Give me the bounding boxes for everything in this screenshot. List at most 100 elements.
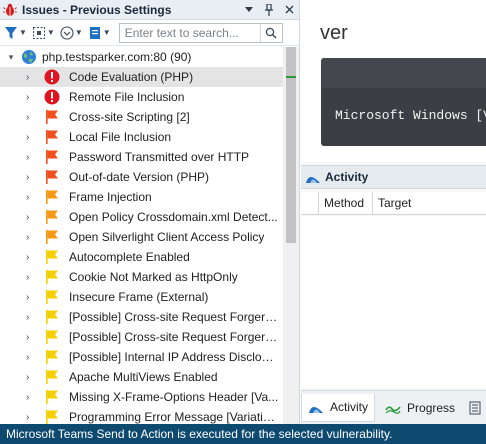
tree-item[interactable]: › Cookie Not Marked as HttpOnly xyxy=(0,267,283,287)
flag-icon xyxy=(46,210,58,224)
vertical-scrollbar[interactable] xyxy=(283,47,299,424)
tree-item[interactable]: › Cross-site Scripting [2] xyxy=(0,107,283,127)
console-header xyxy=(321,58,486,88)
tab-log[interactable] xyxy=(465,394,486,422)
tree-item[interactable]: › Missing X-Frame-Options Header [Va... xyxy=(0,387,283,407)
flag-icon xyxy=(46,250,58,264)
flag-icon xyxy=(46,390,58,404)
chevron-right-icon[interactable]: › xyxy=(26,232,36,243)
critical-icon xyxy=(44,69,60,85)
globe-icon xyxy=(22,50,36,64)
chevron-right-icon[interactable]: › xyxy=(26,132,36,143)
grid-col-target[interactable]: Target xyxy=(373,192,486,215)
search-input[interactable] xyxy=(119,23,260,42)
chevron-down-icon: ▼ xyxy=(102,28,111,37)
tree-item-label: [Possible] Cross-site Request Forgery ..… xyxy=(69,330,279,344)
search-button[interactable] xyxy=(259,23,282,42)
tree-item-label: Frame Injection xyxy=(69,190,152,204)
pin-icon[interactable] xyxy=(259,0,279,20)
collapse-icon[interactable]: ▾ xyxy=(4,52,18,63)
chevron-right-icon[interactable]: › xyxy=(26,172,36,183)
chevron-down-icon: ▼ xyxy=(19,28,27,37)
tree-item[interactable]: › Frame Injection xyxy=(0,187,283,207)
critical-icon xyxy=(44,89,60,105)
panel-title: Issues - Previous Settings xyxy=(22,2,172,17)
tree-item[interactable]: › Code Evaluation (PHP) xyxy=(0,67,283,87)
console-text: Microsoft Windows [V xyxy=(335,108,486,123)
chevron-right-icon[interactable]: › xyxy=(26,72,36,83)
chevron-right-icon[interactable]: › xyxy=(26,412,36,423)
status-bar: Microsoft Teams Send to Action is execut… xyxy=(0,424,486,444)
flag-icon xyxy=(46,130,58,144)
activity-icon xyxy=(309,407,323,413)
tree-item-label: Code Evaluation (PHP) xyxy=(69,70,194,84)
tree-item-label: Autocomplete Enabled xyxy=(69,250,190,264)
close-icon[interactable] xyxy=(279,0,299,20)
tree-item-label: Password Transmitted over HTTP xyxy=(69,150,250,164)
tree-item[interactable]: › [Possible] Internal IP Address Disclosu… xyxy=(0,347,283,367)
tree-item-label: Programming Error Message [Variatio... xyxy=(69,410,279,424)
chevron-right-icon[interactable]: › xyxy=(26,252,36,263)
activity-grid-header: Method Target xyxy=(301,192,486,215)
tree-item[interactable]: › Open Silverlight Client Access Policy xyxy=(0,227,283,247)
tree-root-label: php.testsparker.com:80 (90) xyxy=(42,50,192,64)
tree-item[interactable]: › Programming Error Message [Variatio... xyxy=(0,407,283,424)
tree-item[interactable]: › Remote File Inclusion xyxy=(0,87,283,107)
dropdown-icon[interactable] xyxy=(239,0,259,20)
tree-item-label: Cookie Not Marked as HttpOnly xyxy=(69,270,238,284)
flag-icon xyxy=(46,190,58,204)
tree-item[interactable]: › Apache MultiViews Enabled xyxy=(0,367,283,387)
flag-icon xyxy=(46,290,58,304)
tree-root[interactable]: ▾ php.testsparker.com:80 (90) xyxy=(0,47,283,67)
flag-icon xyxy=(46,370,58,384)
chevron-right-icon[interactable]: › xyxy=(26,152,36,163)
chevron-down-icon: ▼ xyxy=(46,28,55,37)
chevron-right-icon[interactable]: › xyxy=(26,92,36,103)
tree-item[interactable]: › Password Transmitted over HTTP xyxy=(0,147,283,167)
chevron-right-icon[interactable]: › xyxy=(26,332,36,343)
flag-icon xyxy=(46,350,58,364)
tree-item[interactable]: › Open Policy Crossdomain.xml Detect... xyxy=(0,207,283,227)
filter-icon xyxy=(5,26,17,39)
activity-title: Activity xyxy=(325,170,369,184)
chevron-right-icon[interactable]: › xyxy=(26,372,36,383)
chevron-right-icon[interactable]: › xyxy=(26,312,36,323)
flag-icon xyxy=(46,270,58,284)
chevron-right-icon[interactable]: › xyxy=(26,112,36,123)
flag-icon xyxy=(46,330,58,344)
filter-button[interactable]: ▼ xyxy=(3,22,28,44)
chevron-right-icon[interactable]: › xyxy=(26,272,36,283)
chevron-right-icon[interactable]: › xyxy=(26,212,36,223)
tree-item-label: Insecure Frame (External) xyxy=(69,290,209,304)
panel-view-icon xyxy=(89,26,100,39)
chevron-right-icon[interactable]: › xyxy=(26,392,36,403)
tab-activity[interactable]: Activity xyxy=(301,393,376,422)
status-message: Microsoft Teams Send to Action is execut… xyxy=(6,427,393,441)
tree-item-label: Open Policy Crossdomain.xml Detect... xyxy=(69,210,278,224)
chevron-down-icon: ▼ xyxy=(74,28,83,37)
tree-item[interactable]: › [Possible] Cross-site Request Forgery .… xyxy=(0,327,283,347)
grid-col-method[interactable]: Method xyxy=(319,192,373,215)
tree-item[interactable]: › [Possible] Cross-site Request Forgery .… xyxy=(0,307,283,327)
group-button[interactable]: ▼ xyxy=(59,22,84,44)
right-pane: ver Microsoft Windows [V Activity Method… xyxy=(301,0,486,424)
chevron-right-icon[interactable]: › xyxy=(26,192,36,203)
tree-item[interactable]: › Out-of-date Version (PHP) xyxy=(0,167,283,187)
tree-item[interactable]: › Local File Inclusion xyxy=(0,127,283,147)
tree-item[interactable]: › Autocomplete Enabled xyxy=(0,247,283,267)
tree-item-label: Cross-site Scripting [2] xyxy=(69,110,190,124)
tree-item[interactable]: › Insecure Frame (External) xyxy=(0,287,283,307)
panel-header: Issues - Previous Settings xyxy=(0,0,299,20)
console-output: Microsoft Windows [V xyxy=(321,58,486,146)
chevron-right-icon[interactable]: › xyxy=(26,292,36,303)
activity-header: Activity xyxy=(301,165,486,189)
chevron-right-icon[interactable]: › xyxy=(26,352,36,363)
view-button[interactable]: ▼ xyxy=(87,22,112,44)
tree-item-label: Local File Inclusion xyxy=(69,130,172,144)
flag-icon xyxy=(46,410,58,424)
activity-grid-body xyxy=(301,216,486,388)
select-button[interactable]: ▼ xyxy=(31,22,56,44)
selection-marker xyxy=(286,76,296,78)
tab-progress[interactable]: Progress xyxy=(379,394,461,422)
tree-item-label: [Possible] Internal IP Address Disclosu.… xyxy=(69,350,279,364)
